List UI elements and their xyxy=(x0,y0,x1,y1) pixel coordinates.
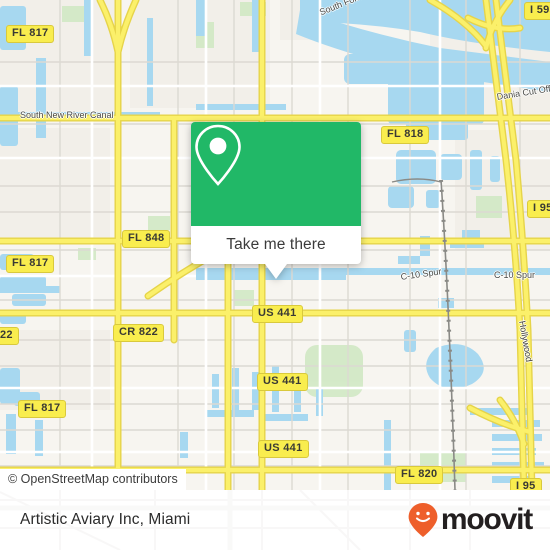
map-screenshot: FL 817 FL 818 I 595 I 95 FL 848 FL 817 C… xyxy=(0,0,550,550)
take-me-there-label: Take me there xyxy=(226,236,326,253)
road-shield[interactable]: FL 848 xyxy=(122,230,171,248)
map-pin-icon xyxy=(195,124,241,186)
map-canvas[interactable]: FL 817 FL 818 I 595 I 95 FL 848 FL 817 C… xyxy=(0,0,550,490)
road-shield[interactable]: FL 818 xyxy=(381,126,430,144)
map-label-waterway: South New River Canal xyxy=(20,110,114,120)
road-shield[interactable]: I 95 xyxy=(527,200,550,218)
callout-footer[interactable]: Take me there xyxy=(191,226,361,279)
osm-attribution[interactable]: © OpenStreetMap contributors xyxy=(0,469,186,490)
road-shield[interactable]: FL 817 xyxy=(6,25,55,43)
road-shield[interactable]: FL 817 xyxy=(6,255,55,273)
road-shield[interactable]: 22 xyxy=(0,327,19,345)
road-shield[interactable]: US 441 xyxy=(257,373,308,391)
road-shield[interactable]: FL 817 xyxy=(18,400,67,418)
road-shield[interactable]: FL 820 xyxy=(395,466,444,484)
moovit-smiley-pin-icon xyxy=(408,503,438,537)
road-shield[interactable]: I 95 xyxy=(510,478,542,490)
road-shield[interactable]: I 595 xyxy=(524,2,550,20)
bottom-bar-content: Artistic Aviary Inc, Miami moovit xyxy=(0,490,550,550)
road-shield[interactable]: US 441 xyxy=(252,305,303,323)
location-callout[interactable]: Take me there xyxy=(191,122,361,279)
road-shield[interactable]: CR 822 xyxy=(113,324,165,342)
moovit-wordmark: moovit xyxy=(440,503,533,536)
map-label-waterway: C-10 Spur xyxy=(494,270,536,280)
bottom-info-bar: Artistic Aviary Inc, Miami moovit xyxy=(0,490,550,550)
moovit-logo[interactable]: moovit xyxy=(407,502,533,538)
place-title: Artistic Aviary Inc, Miami xyxy=(20,511,191,528)
callout-pointer-tail xyxy=(265,264,287,279)
road-shield[interactable]: US 441 xyxy=(258,440,309,458)
callout-body xyxy=(191,122,361,226)
